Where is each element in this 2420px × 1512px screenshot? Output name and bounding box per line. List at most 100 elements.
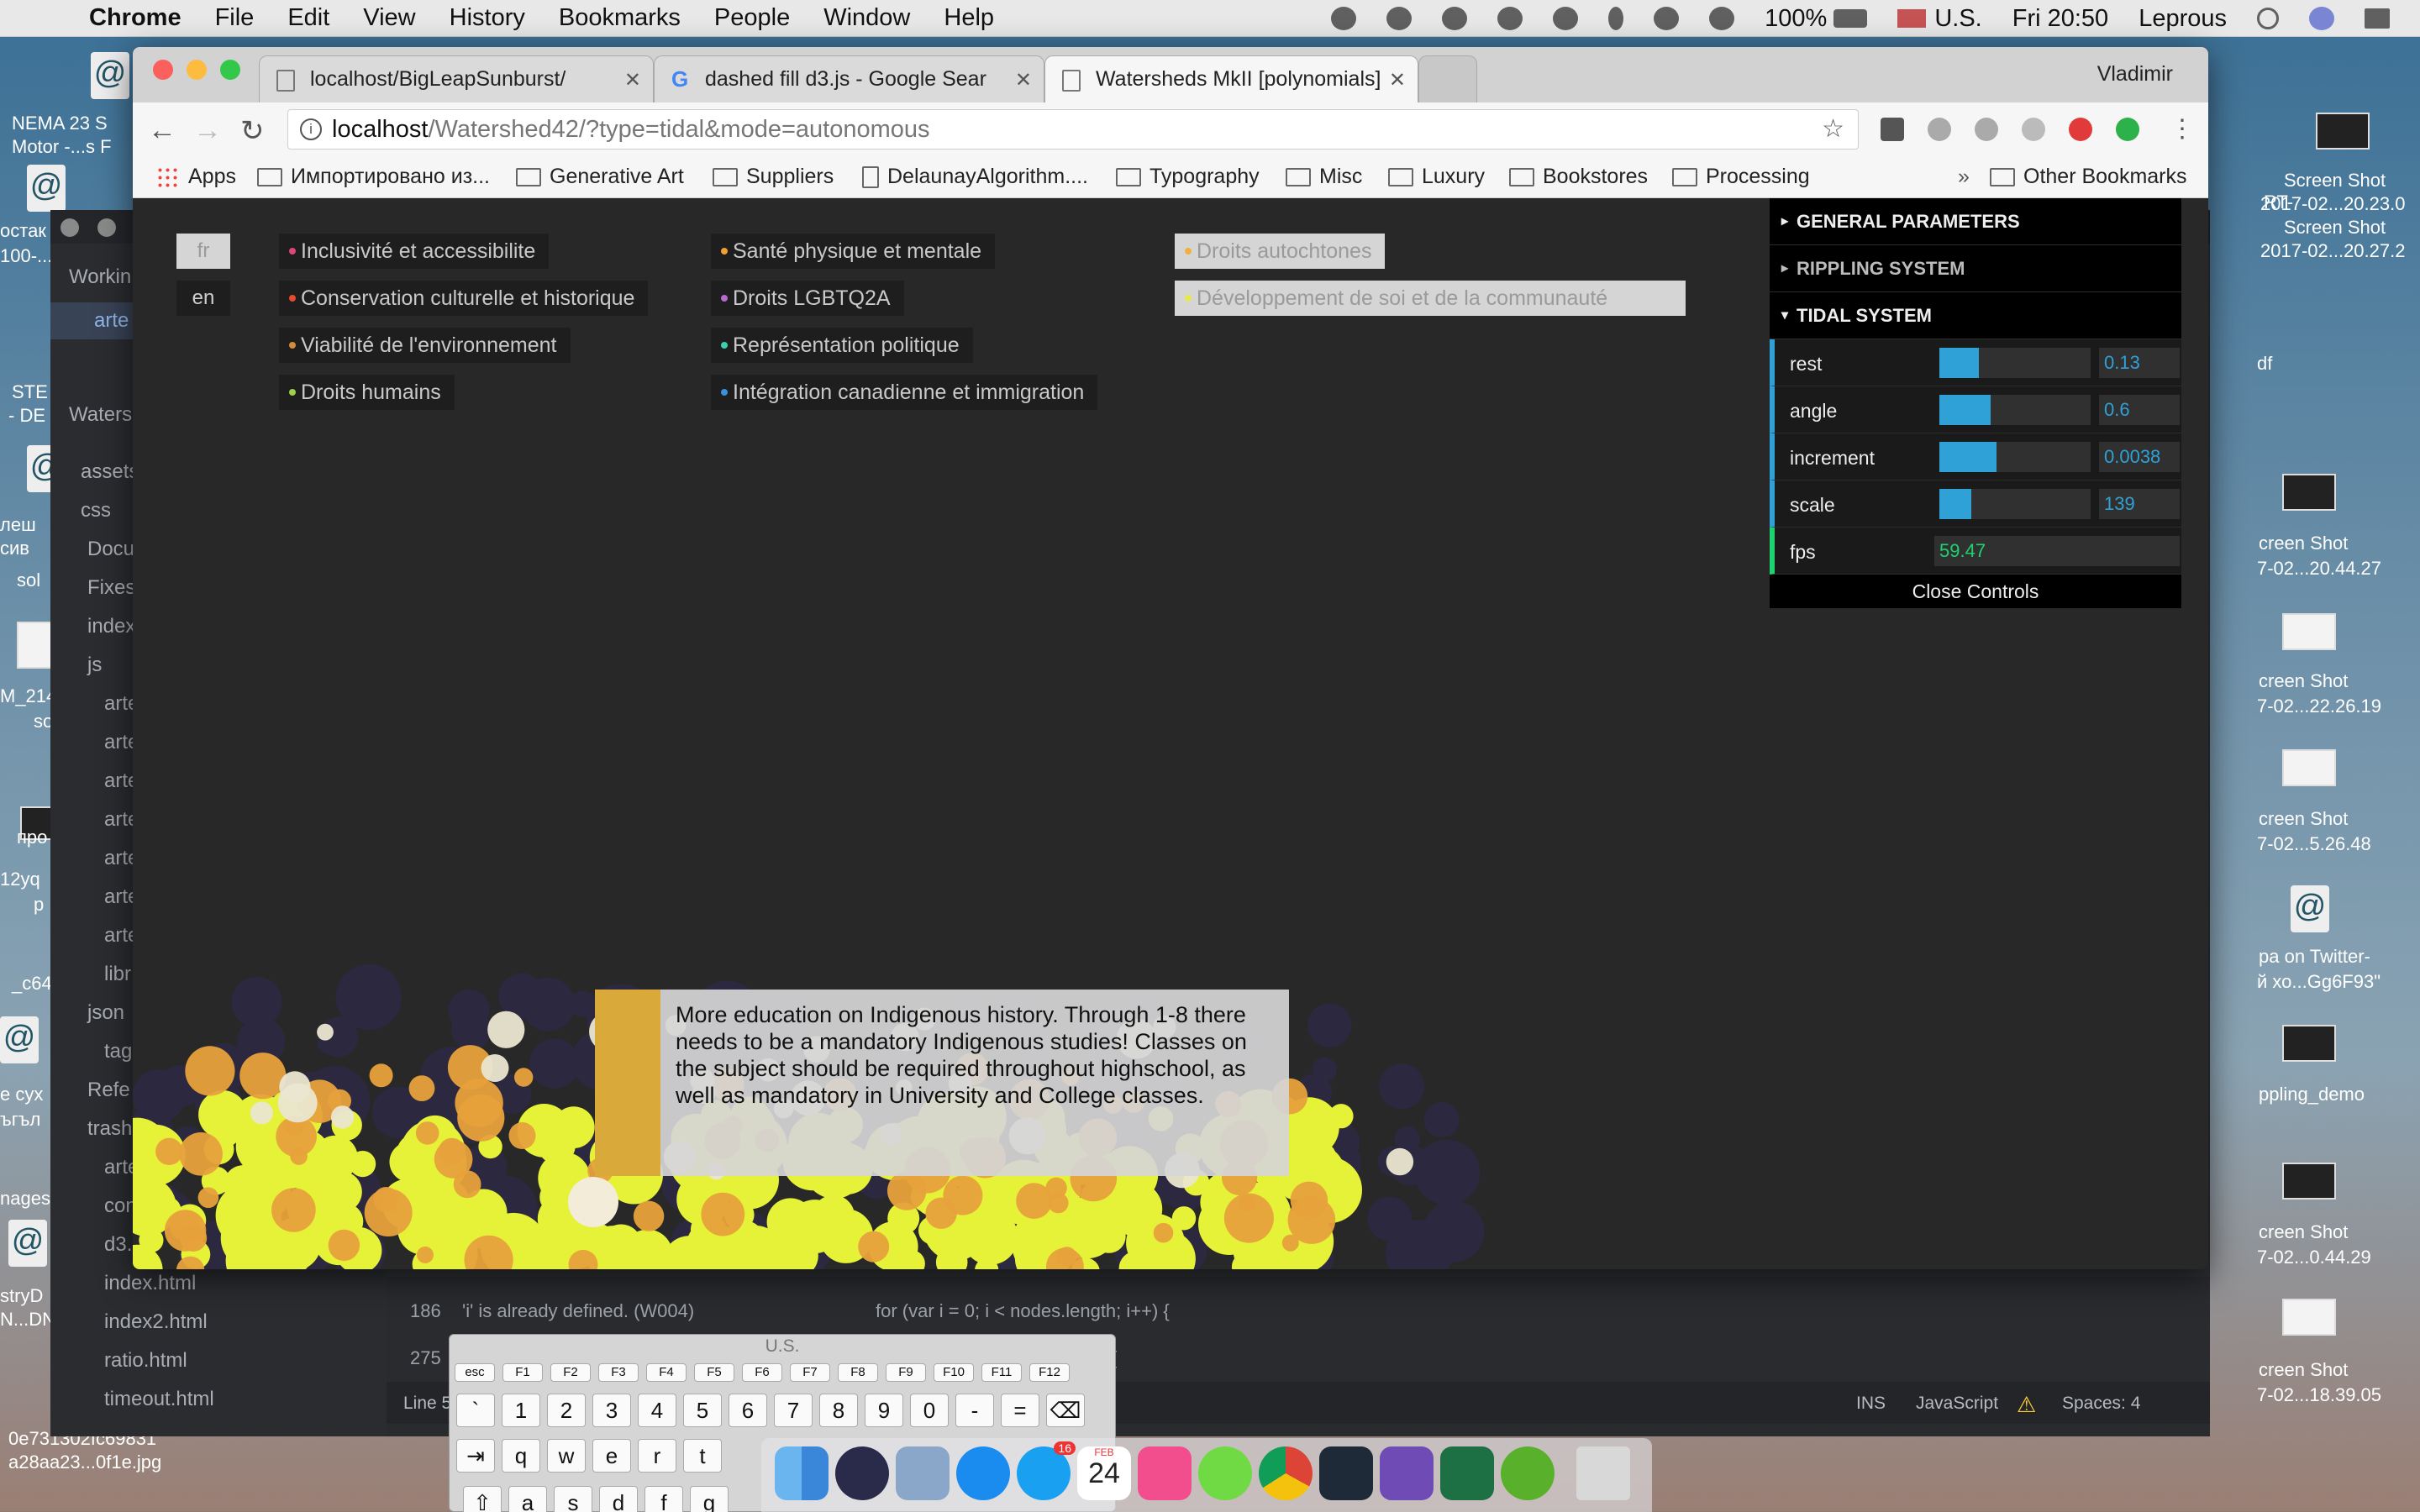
key-s[interactable]: s bbox=[554, 1486, 592, 1512]
spotlight-icon[interactable] bbox=[2257, 8, 2279, 29]
tree-working-files[interactable]: Workin bbox=[69, 265, 131, 289]
creative-cloud-icon[interactable] bbox=[1386, 7, 1413, 30]
fps-value[interactable]: 59.47 bbox=[1934, 536, 2180, 566]
menu-history[interactable]: History bbox=[450, 4, 525, 32]
key-t[interactable]: t bbox=[683, 1439, 722, 1473]
status-ins-mode[interactable]: INS bbox=[1856, 1394, 1886, 1414]
key-a[interactable]: a bbox=[508, 1486, 547, 1512]
key-q[interactable]: q bbox=[502, 1439, 540, 1473]
tab-close-icon[interactable]: ✕ bbox=[1389, 68, 1406, 92]
increment-value-input[interactable]: 0.0038 bbox=[2099, 442, 2180, 472]
angle-slider[interactable] bbox=[1939, 395, 2091, 425]
status-language[interactable]: JavaScript bbox=[1916, 1394, 1998, 1414]
bubble[interactable] bbox=[271, 1188, 316, 1232]
bookmark-folder[interactable]: Suppliers bbox=[713, 165, 834, 189]
battery-icon[interactable] bbox=[1833, 9, 1868, 28]
new-tab-button[interactable] bbox=[1418, 55, 1477, 102]
tree-item[interactable]: Docu bbox=[87, 538, 134, 561]
key-9[interactable]: 9 bbox=[865, 1394, 903, 1427]
bookmark-folder[interactable]: Luxury bbox=[1388, 165, 1485, 189]
close-controls-button[interactable]: Close Controls bbox=[1770, 575, 2181, 608]
tree-item[interactable]: Fixes bbox=[87, 576, 135, 600]
key-F12[interactable]: F12 bbox=[1029, 1363, 1070, 1382]
key--[interactable]: - bbox=[955, 1394, 994, 1427]
menu-edit[interactable]: Edit bbox=[287, 4, 329, 32]
angle-value-input[interactable]: 0.6 bbox=[2099, 395, 2180, 425]
key-d[interactable]: d bbox=[599, 1486, 638, 1512]
key-=[interactable]: = bbox=[1001, 1394, 1039, 1427]
status-indentation[interactable]: Spaces: 4 bbox=[2062, 1394, 2140, 1414]
tree-item[interactable]: timeout.html bbox=[104, 1388, 214, 1411]
key-3[interactable]: 3 bbox=[592, 1394, 631, 1427]
webloc-icon[interactable]: @ bbox=[91, 52, 129, 99]
bubble[interactable] bbox=[701, 1192, 745, 1236]
key-F5[interactable]: F5 bbox=[694, 1363, 734, 1382]
bubble[interactable] bbox=[239, 1053, 287, 1100]
menu-file[interactable]: File bbox=[215, 4, 255, 32]
webloc-icon[interactable]: @ bbox=[27, 165, 66, 212]
key-F10[interactable]: F10 bbox=[934, 1363, 974, 1382]
key-g[interactable]: g bbox=[690, 1486, 729, 1512]
folder-rippling-system[interactable]: ▸ RIPPLING SYSTEM bbox=[1770, 245, 2181, 292]
bookmark-other[interactable]: Other Bookmarks bbox=[1990, 165, 2187, 189]
bubble[interactable] bbox=[317, 1023, 334, 1041]
bubble[interactable] bbox=[373, 1187, 399, 1213]
profile-name[interactable]: Vladimir bbox=[2097, 62, 2173, 87]
category-chip[interactable]: Représentation politique bbox=[711, 328, 973, 363]
bookmark-folder[interactable]: Processing bbox=[1672, 165, 1810, 189]
bubble[interactable] bbox=[408, 1075, 435, 1101]
preview-icon[interactable] bbox=[896, 1446, 950, 1500]
menu-app-name[interactable]: Chrome bbox=[89, 4, 182, 32]
category-chip[interactable]: Droits LGBTQ2A bbox=[711, 281, 904, 316]
bubble[interactable] bbox=[1432, 1163, 1464, 1194]
language-en-button[interactable]: en bbox=[176, 281, 230, 316]
tree-item[interactable]: ratio.html bbox=[104, 1349, 187, 1373]
bubble[interactable] bbox=[1307, 1003, 1352, 1047]
window-minimize-button[interactable] bbox=[187, 60, 207, 80]
tree-folder[interactable]: js bbox=[87, 654, 102, 677]
key-`[interactable]: ` bbox=[456, 1394, 495, 1427]
calendar-icon[interactable]: FEB 24 bbox=[1077, 1446, 1131, 1500]
cloud-extension-icon[interactable] bbox=[2022, 118, 2045, 141]
key-⇧[interactable]: ⇧ bbox=[463, 1486, 502, 1512]
safari-icon[interactable] bbox=[956, 1446, 1010, 1500]
key-5[interactable]: 5 bbox=[683, 1394, 722, 1427]
key-w[interactable]: w bbox=[547, 1439, 586, 1473]
category-chip[interactable]: Santé physique et mentale bbox=[711, 234, 996, 269]
bookmark-page[interactable]: DelaunayAlgorithm.... bbox=[862, 165, 1088, 189]
webloc-icon[interactable]: @ bbox=[0, 1016, 39, 1063]
user-name[interactable]: Leprous bbox=[2139, 5, 2227, 33]
bottles-thumbnail-icon[interactable] bbox=[17, 622, 54, 669]
siri-icon[interactable] bbox=[2309, 7, 2334, 30]
google-drive-icon[interactable] bbox=[1497, 7, 1523, 30]
key-2[interactable]: 2 bbox=[547, 1394, 586, 1427]
key-F11[interactable]: F11 bbox=[981, 1363, 1022, 1382]
webloc-icon[interactable]: @ bbox=[2291, 885, 2329, 932]
key-6[interactable]: 6 bbox=[729, 1394, 767, 1427]
bubble[interactable] bbox=[539, 1180, 573, 1214]
bubble[interactable] bbox=[197, 1187, 219, 1208]
bubble[interactable] bbox=[185, 1046, 235, 1096]
finder-icon[interactable] bbox=[775, 1446, 829, 1500]
tree-project-title[interactable]: Waters bbox=[69, 403, 132, 427]
window-close-button[interactable] bbox=[153, 60, 173, 80]
tree-item[interactable]: tag bbox=[104, 1040, 132, 1063]
eye-icon[interactable] bbox=[1442, 7, 1468, 30]
bubble[interactable] bbox=[1014, 1215, 1049, 1249]
bubble[interactable] bbox=[290, 1147, 308, 1165]
editor-close-button[interactable] bbox=[60, 218, 79, 237]
trash-icon[interactable] bbox=[1576, 1446, 1630, 1500]
bubble[interactable] bbox=[457, 1094, 505, 1142]
address-bar[interactable]: i localhost/Watershed42/?type=tidal&mode… bbox=[287, 109, 1859, 150]
key-e[interactable]: e bbox=[592, 1439, 631, 1473]
bookmark-apps[interactable]: Apps bbox=[156, 165, 236, 189]
upwork-icon[interactable] bbox=[1198, 1446, 1252, 1500]
category-chip[interactable]: Viabilité de l'environnement bbox=[279, 328, 571, 363]
bubble[interactable] bbox=[438, 1137, 466, 1165]
notification-center-icon[interactable] bbox=[2365, 8, 2390, 29]
folder-general-parameters[interactable]: ▸ GENERAL PARAMETERS bbox=[1770, 198, 2181, 245]
utorrent-icon[interactable] bbox=[1501, 1446, 1555, 1500]
bubble[interactable] bbox=[350, 1151, 376, 1178]
tree-item[interactable]: arte bbox=[94, 309, 129, 333]
key-r[interactable]: r bbox=[638, 1439, 676, 1473]
